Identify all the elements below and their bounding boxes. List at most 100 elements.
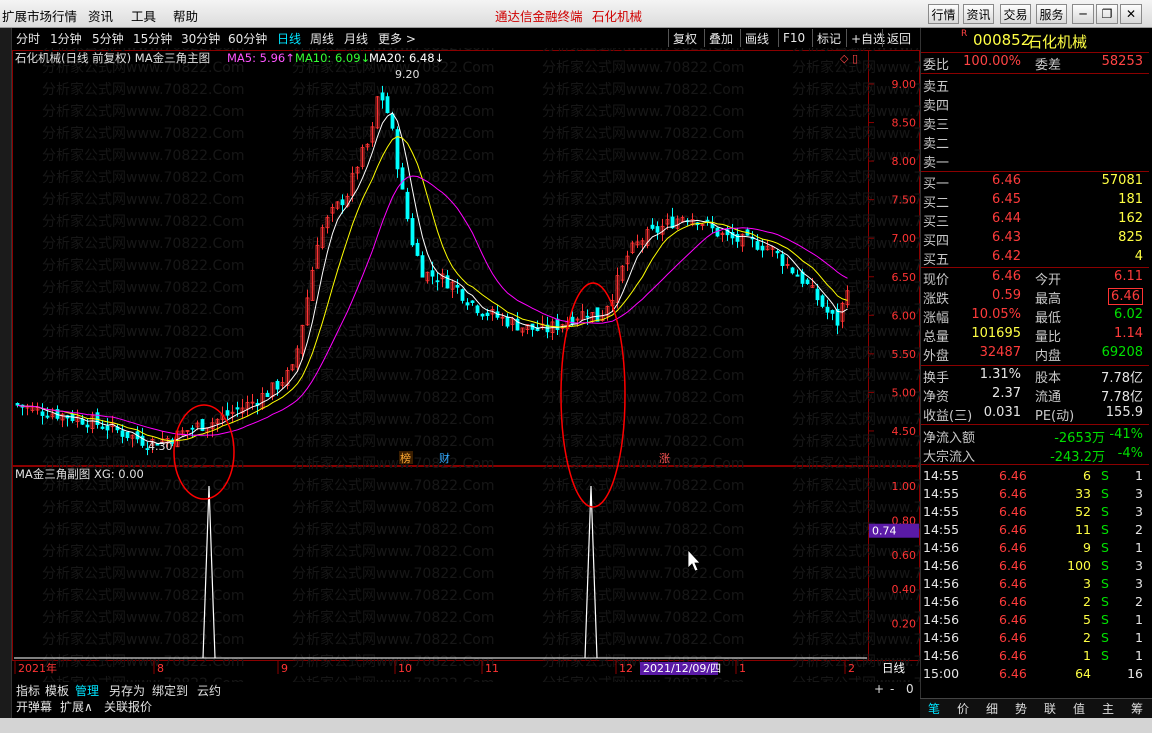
danmaku-button[interactable]: 开弹幕: [16, 698, 52, 715]
overlay-button[interactable]: 叠加: [704, 29, 737, 47]
menu-tools[interactable]: 工具: [131, 6, 156, 25]
close-icon[interactable]: ✕: [1120, 4, 1142, 24]
marker-bang[interactable]: 榜: [400, 451, 411, 465]
tick-side: S: [1101, 558, 1109, 573]
tick-volume: 3: [1083, 576, 1091, 591]
sell-row: 卖二: [921, 133, 1149, 152]
stat-label: 流通: [1035, 390, 1062, 405]
divider: [921, 365, 1149, 366]
panel-tab[interactable]: 值: [1073, 700, 1085, 717]
period-indicator: 日线: [882, 661, 905, 675]
extend-button[interactable]: 扩展∧: [60, 698, 93, 715]
tick-price: 6.46: [999, 558, 1027, 573]
news-button[interactable]: 资讯: [963, 4, 994, 24]
watermark-text: 分析家公式网www.70822.Com: [42, 169, 244, 186]
zoom-reset-button[interactable]: 0: [906, 682, 914, 696]
tab-30min[interactable]: 30分钟: [181, 30, 220, 47]
adjust-button[interactable]: 复权: [668, 29, 701, 47]
tab-cloud[interactable]: 云约: [197, 682, 221, 699]
restore-icon[interactable]: ❐: [1096, 4, 1118, 24]
linked-quote-button[interactable]: 关联报价: [104, 698, 152, 715]
trade-button[interactable]: 交易: [1000, 4, 1031, 24]
time-tick-label: 2: [848, 662, 855, 675]
tick-time: 14:56: [923, 630, 960, 645]
watermark-text: 分析家公式网www.70822.Com: [42, 301, 244, 318]
tab-monthly[interactable]: 月线: [344, 30, 368, 47]
tab-indicator[interactable]: 指标: [16, 682, 40, 699]
watermark-text: 分析家公式网www.70822.Com: [292, 323, 494, 340]
marker-cai[interactable]: 财: [439, 451, 450, 465]
buy-price: 6.42: [992, 249, 1021, 264]
watermark-text: 分析家公式网www.70822.Com: [42, 213, 244, 230]
mark-button[interactable]: 标记: [812, 29, 845, 47]
stat2-row: 收益(三) 0.031 PE(动) 155.9: [921, 405, 1149, 424]
tick-time: 14:56: [923, 576, 960, 591]
candle-body: [760, 245, 765, 251]
quotes-button[interactable]: 行情: [928, 4, 959, 24]
watermark-text: 分析家公式网www.70822.Com: [292, 389, 494, 406]
candle-body: [45, 415, 50, 418]
tick-count: 16: [1127, 666, 1143, 681]
sell-label: 卖五: [923, 80, 950, 95]
stat-value: 101695: [971, 326, 1021, 341]
back-button[interactable]: 返回: [882, 29, 915, 47]
time-tick-label: 9: [281, 662, 288, 675]
tab-save-as[interactable]: 另存为: [109, 682, 145, 699]
price-tick-label: 6.50: [892, 271, 917, 284]
tab-60min[interactable]: 60分钟: [228, 30, 267, 47]
tick-price: 6.46: [999, 666, 1027, 681]
tab-manage[interactable]: 管理: [75, 682, 99, 699]
zoom-in-button[interactable]: +: [874, 682, 884, 696]
tick-count: 1: [1135, 540, 1143, 555]
sub-chart-title: MA金三角副图 XG: 0.00: [15, 467, 144, 481]
tick-time: 14:56: [923, 648, 960, 663]
sub-current-value: 0.74: [872, 525, 897, 538]
panel-tab[interactable]: 势: [1015, 700, 1027, 717]
stat-label: 总量: [923, 330, 950, 345]
tick-price: 6.46: [999, 486, 1027, 501]
panel-tab[interactable]: 价: [957, 700, 969, 717]
tab-5min[interactable]: 5分钟: [92, 30, 124, 47]
panel-tab[interactable]: 联: [1044, 700, 1056, 717]
service-button[interactable]: 服务: [1036, 4, 1067, 24]
zoom-out-button[interactable]: -: [890, 682, 894, 696]
watermark-text: 分析家公式网www.70822.Com: [542, 499, 744, 516]
watermark-text: 分析家公式网www.70822.Com: [542, 411, 744, 428]
tab-intraday[interactable]: 分时: [16, 30, 40, 47]
weibi-value: 100.00%: [963, 54, 1021, 69]
tab-15min[interactable]: 15分钟: [133, 30, 172, 47]
chart-settings-icon[interactable]: ◇ ▯: [840, 52, 858, 65]
kline-chart[interactable]: 分析家公式网www.70822.Com 分析家公式网www.70822.Com 分析…: [12, 48, 920, 685]
tick-price: 6.46: [999, 612, 1027, 627]
menu-help[interactable]: 帮助: [173, 6, 198, 25]
panel-tab[interactable]: 细: [986, 700, 998, 717]
divider: [921, 424, 1149, 425]
tick-time: 14:56: [923, 558, 960, 573]
tab-1min[interactable]: 1分钟: [50, 30, 82, 47]
stat-label: 量比: [1035, 330, 1062, 345]
panel-tab[interactable]: 笔: [928, 700, 940, 717]
flow-value: -2653万: [1054, 431, 1105, 446]
draw-line-button[interactable]: 画线: [740, 29, 773, 47]
f10-button[interactable]: F10: [778, 29, 809, 47]
tick-count: 2: [1135, 594, 1143, 609]
tick-volume: 1: [1083, 648, 1091, 663]
tab-bind-to[interactable]: 绑定到: [152, 682, 188, 699]
watermark-text: 分析家公式网www.70822.Com: [42, 257, 244, 274]
menu-extended-market[interactable]: 扩展市场行情: [2, 6, 77, 25]
panel-tab[interactable]: 主: [1102, 700, 1114, 717]
watermark-text: 分析家公式网www.70822.Com: [542, 81, 744, 98]
panel-tab[interactable]: 筹: [1131, 700, 1143, 717]
tab-daily[interactable]: 日线: [277, 30, 301, 47]
marker-zhang[interactable]: 涨: [659, 452, 670, 465]
menu-news[interactable]: 资讯: [88, 6, 113, 25]
price-tick-label: 6.00: [892, 309, 917, 322]
tick-side: S: [1101, 468, 1109, 483]
tab-weekly[interactable]: 周线: [310, 30, 334, 47]
tick-row: 14:56 6.46 3 S 3: [921, 576, 1149, 594]
minimize-icon[interactable]: ─: [1072, 4, 1094, 24]
tab-template[interactable]: 模板: [45, 682, 69, 699]
buy-row: 买一 6.46 57081: [921, 173, 1149, 192]
watermark-text: 分析家公式网www.70822.Com: [792, 169, 920, 186]
tab-more[interactable]: 更多 >: [378, 30, 416, 47]
